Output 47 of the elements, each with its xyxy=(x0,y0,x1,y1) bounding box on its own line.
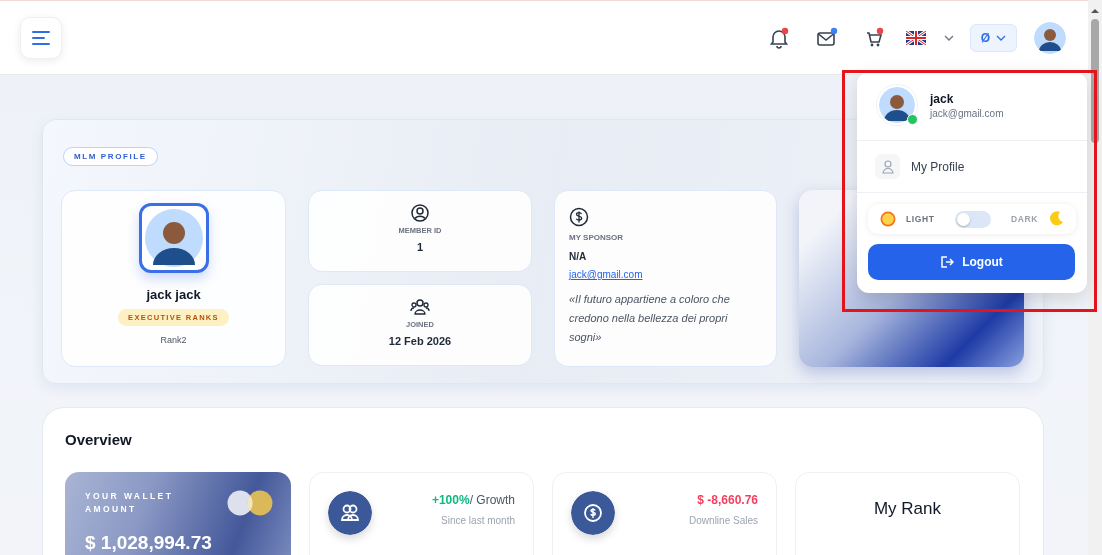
currency-dropdown[interactable]: Ø xyxy=(969,23,1017,52)
chevron-down-icon[interactable] xyxy=(943,34,954,41)
mail-icon[interactable] xyxy=(815,26,838,49)
quote-text: «Il futuro appartiene a coloro che credono nella bellezza dei propri sogni» xyxy=(569,292,731,345)
stat-value: +100%/ Growth xyxy=(431,493,515,507)
sponsor-name: N/A xyxy=(569,251,588,262)
section-badge: MLM PROFILE xyxy=(63,147,158,166)
menu-button[interactable] xyxy=(20,16,62,59)
profile-avatar xyxy=(138,203,209,273)
logout-icon xyxy=(940,255,955,269)
sun-icon xyxy=(880,211,896,227)
users-icon xyxy=(410,298,430,316)
section-title: Overview xyxy=(65,431,133,448)
menu-item[interactable]: My Profile xyxy=(857,141,1087,193)
bell-icon[interactable] xyxy=(767,26,790,49)
theme-label: DARK xyxy=(1011,214,1038,224)
user-avatar xyxy=(879,87,915,123)
dollar-circle-icon xyxy=(571,491,615,535)
user-avatar[interactable] xyxy=(1034,21,1066,54)
theme-toggle[interactable] xyxy=(954,210,991,228)
logout-button[interactable]: Logout xyxy=(868,244,1075,280)
user-icon xyxy=(881,159,894,174)
sponsor-email-link[interactable]: jack@gmail.com xyxy=(569,269,643,280)
card-title: My Rank xyxy=(873,499,942,520)
user-circle-icon xyxy=(411,204,429,222)
sponsor-label: MY SPONSOR xyxy=(569,233,625,242)
wallet-amount: $ 1,028,994.73 xyxy=(85,532,213,554)
user-email: jack@gmail.com xyxy=(930,107,1004,119)
users-icon xyxy=(328,491,372,535)
chevron-down-icon xyxy=(996,34,1006,41)
rank-text: Rank2 xyxy=(160,335,187,345)
theme-label: LIGHT xyxy=(906,214,935,224)
card-logo-icon xyxy=(227,490,273,516)
stat-caption: Downline Sales xyxy=(689,515,758,526)
uk-flag-icon[interactable] xyxy=(905,30,926,45)
scroll-up-arrow-icon[interactable] xyxy=(1091,9,1099,13)
stat-value: 1 xyxy=(416,241,424,253)
stat-value: 12 Feb 2026 xyxy=(388,335,452,347)
dollar-circle-icon xyxy=(569,207,589,227)
moon-icon xyxy=(1048,211,1064,227)
user-name: jack xyxy=(930,91,955,106)
stat-caption: Since last month xyxy=(440,515,515,526)
wallet-label: YOUR WALLET AMOUNT xyxy=(85,490,175,516)
stat-value: $ -8,660.76 xyxy=(696,493,758,507)
member-name: jack jack xyxy=(146,287,201,302)
menu-icon xyxy=(31,29,51,46)
scrollbar-thumb[interactable] xyxy=(1091,19,1099,143)
